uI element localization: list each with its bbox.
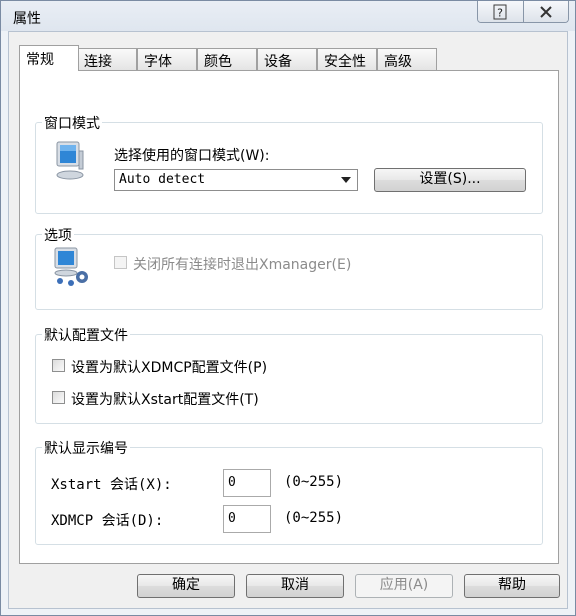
tab-device[interactable]: 设备 — [257, 48, 317, 70]
xstart-session-input[interactable]: 0 — [223, 469, 271, 497]
general-tab-panel: 窗口模式 选择使用的窗口模式(W): Auto detect 设置(S)... … — [19, 70, 559, 564]
chevron-down-icon — [341, 177, 351, 183]
window-mode-title: 窗口模式 — [42, 113, 102, 133]
tab-security[interactable]: 安全性 — [317, 48, 377, 70]
tab-color[interactable]: 颜色 — [197, 48, 257, 70]
dialog-body: 常规 连接 字体 颜色 设备 安全性 高级 窗口模式 选择使用的窗口模式(W): — [8, 31, 568, 609]
properties-dialog: 属性 ? 常规 连接 字体 颜色 设备 安全性 高级 窗口模式 选择使用的窗口模… — [0, 0, 576, 616]
help-footer-button[interactable]: 帮助 — [464, 574, 560, 598]
tab-connection[interactable]: 连接 — [77, 48, 137, 70]
default-xstart-checkbox[interactable] — [52, 391, 65, 404]
help-button[interactable]: ? — [478, 1, 523, 22]
xstart-session-label: Xstart 会话(X): — [51, 477, 172, 493]
options-group: 选项 关闭所有连接时退出Xmanager(E) — [35, 225, 543, 310]
default-xdmcp-label: 设置为默认XDMCP配置文件(P) — [71, 360, 268, 376]
apply-button[interactable]: 应用(A) — [355, 574, 453, 598]
tab-font[interactable]: 字体 — [137, 48, 197, 70]
xstart-range-label: (0~255) — [284, 474, 344, 490]
exit-on-close-checkbox[interactable] — [114, 256, 127, 269]
window-mode-label: 选择使用的窗口模式(W): — [114, 148, 270, 164]
default-profiles-title: 默认配置文件 — [42, 325, 130, 345]
close-x-icon — [540, 5, 552, 18]
default-xstart-label: 设置为默认Xstart配置文件(T) — [71, 392, 259, 408]
default-profiles-group: 默认配置文件 设置为默认XDMCP配置文件(P) 设置为默认Xstart配置文件… — [35, 325, 543, 424]
xdmcp-session-input[interactable]: 0 — [223, 505, 271, 533]
default-xdmcp-checkbox[interactable] — [52, 359, 65, 372]
network-monitor-icon — [54, 247, 88, 286]
title-bar: 属性 ? — [1, 1, 575, 31]
title-buttons: ? — [477, 1, 569, 23]
xdmcp-range-label: (0~255) — [284, 510, 344, 526]
display-number-group: 默认显示编号 Xstart 会话(X): 0 (0~255) XDMCP 会话(… — [35, 438, 543, 545]
settings-button[interactable]: 设置(S)... — [374, 168, 526, 192]
display-number-title: 默认显示编号 — [42, 438, 130, 458]
window-title: 属性 — [13, 11, 41, 27]
options-title: 选项 — [42, 225, 74, 245]
svg-text:?: ? — [497, 6, 503, 19]
xdmcp-session-label: XDMCP 会话(D): — [51, 513, 164, 529]
ok-button[interactable]: 确定 — [137, 574, 235, 598]
window-mode-group: 窗口模式 选择使用的窗口模式(W): Auto detect 设置(S)... — [35, 113, 543, 214]
close-button[interactable] — [522, 1, 568, 22]
cancel-button[interactable]: 取消 — [246, 574, 344, 598]
tab-advanced[interactable]: 高级 — [377, 48, 437, 70]
question-mark-icon: ? — [493, 4, 507, 19]
monitor-icon — [56, 141, 84, 180]
exit-on-close-label: 关闭所有连接时退出Xmanager(E) — [133, 257, 352, 273]
tab-general[interactable]: 常规 — [19, 45, 79, 71]
window-mode-select[interactable]: Auto detect — [114, 169, 358, 191]
window-mode-select-value: Auto detect — [119, 172, 206, 187]
